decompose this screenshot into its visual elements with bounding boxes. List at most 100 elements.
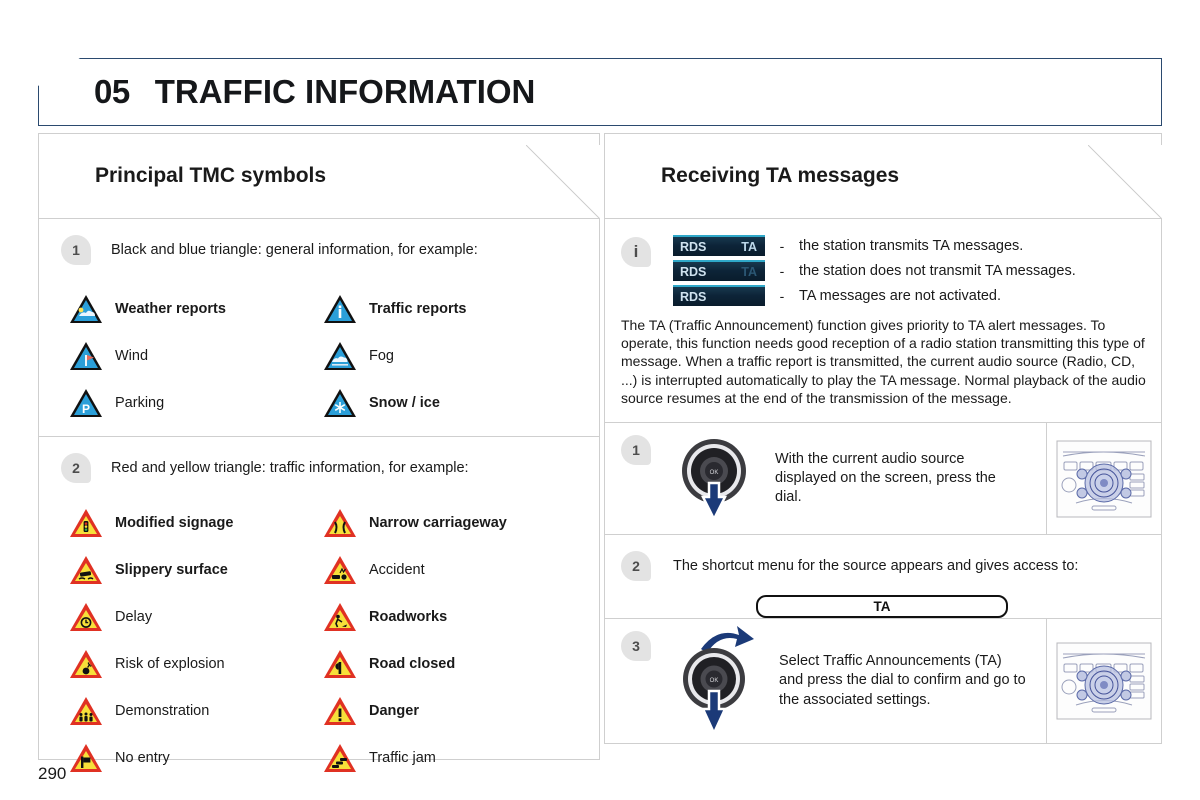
section-header-tmc: Principal TMC symbols <box>38 133 600 219</box>
group2-caption: Red and yellow triangle: traffic informa… <box>111 460 469 476</box>
chapter-header: 05 TRAFFIC INFORMATION <box>38 58 1162 126</box>
symbol-label: Road closed <box>369 655 456 672</box>
dash-separator: - <box>779 287 785 304</box>
dial-press-icon: OK <box>675 431 753 526</box>
chapter-number: 05 <box>94 73 130 110</box>
step-badge-1: 1 <box>61 235 91 265</box>
symbol-item: Accident <box>323 546 577 593</box>
ta-description-paragraph: The TA (Traffic Announcement) function g… <box>621 317 1146 406</box>
symbol-label: Slippery surface <box>115 561 228 578</box>
warning-triangle-explosion-icon <box>69 649 103 679</box>
rds-indicator-text: TA messages are not activated. <box>799 287 1002 304</box>
tmc-symbol-grid-warning: Modified signage Narrow carriageway Slip… <box>69 499 577 781</box>
rds-indicator-text: the station does not transmit TA message… <box>799 262 1076 279</box>
svg-text:OK: OK <box>710 678 719 684</box>
symbol-label: Danger <box>369 702 419 719</box>
step-row-2: 2 The shortcut menu for the source appea… <box>604 535 1162 619</box>
blue-triangle-parking-icon: P <box>69 388 103 418</box>
tmc-symbol-grid-blue: Weather reports Traffic reports Wind Fog… <box>69 285 577 426</box>
section-header-corner <box>526 145 600 219</box>
symbol-item: Snow / ice <box>323 379 577 426</box>
section-title-tmc: Principal TMC symbols <box>95 164 327 187</box>
rds-ta-inactive-badge: RDS TA <box>673 260 765 281</box>
rds-ta-active-badge: RDS TA <box>673 235 765 256</box>
radio-control-panel-icon <box>1046 619 1161 743</box>
symbol-item: Road closed <box>323 640 577 687</box>
symbol-item: Demonstration <box>69 687 323 734</box>
section-header-ta: Receiving TA messages <box>604 133 1162 219</box>
ta-info-block: i RDS TA - the station transmits TA mess… <box>604 219 1162 423</box>
tmc-group-1: 1 Black and blue triangle: general infor… <box>38 219 600 437</box>
symbol-label: Weather reports <box>115 300 226 317</box>
rds-indicator-row: RDS - TA messages are not activated. <box>673 283 1147 308</box>
step-badge-2: 2 <box>61 453 91 483</box>
dash-separator: - <box>779 262 785 279</box>
symbol-item: Modified signage <box>69 499 323 546</box>
left-column: Principal TMC symbols 1 Black and blue t… <box>38 133 600 772</box>
group2-heading: 2 Red and yellow triangle: traffic infor… <box>61 453 577 483</box>
symbol-item: Danger <box>323 687 577 734</box>
rds-label: RDS <box>680 290 707 304</box>
step-badge-1: 1 <box>621 435 651 465</box>
symbol-item: Narrow carriageway <box>323 499 577 546</box>
tmc-group-2: 2 Red and yellow triangle: traffic infor… <box>38 437 600 772</box>
symbol-label: Parking <box>115 394 165 411</box>
warning-triangle-trafficlight-icon <box>69 508 103 538</box>
ta-menu-button[interactable]: TA <box>756 595 1008 618</box>
step-row-3: 3 OK Select Traffic Announcements (TA) a… <box>604 619 1162 744</box>
symbol-label: Snow / ice <box>369 394 440 411</box>
symbol-label: Modified signage <box>115 514 234 531</box>
rds-indicator-row: RDS TA - the station does not transmit T… <box>673 258 1147 283</box>
rds-indicator-text: the station transmits TA messages. <box>799 237 1024 254</box>
section-header-corner <box>1088 145 1162 219</box>
symbol-item: No entry <box>69 734 323 781</box>
svg-text:P: P <box>82 402 90 416</box>
warning-triangle-trafficjam-icon <box>323 743 357 773</box>
rds-label: RDS <box>680 265 707 279</box>
blue-triangle-wind-icon <box>69 341 103 371</box>
step-badge-3: 3 <box>621 631 651 661</box>
symbol-label: Demonstration <box>115 702 210 719</box>
symbol-item: Roadworks <box>323 593 577 640</box>
warning-triangle-noentry-icon <box>69 743 103 773</box>
symbol-label: Traffic reports <box>369 300 467 317</box>
group1-heading: 1 Black and blue triangle: general infor… <box>61 235 577 265</box>
step-2-heading: 2 The shortcut menu for the source appea… <box>621 551 1161 581</box>
warning-triangle-danger-icon <box>323 696 357 726</box>
symbol-label: Accident <box>369 561 425 578</box>
section-title-ta: Receiving TA messages <box>661 164 900 187</box>
svg-text:OK: OK <box>710 470 719 476</box>
blue-triangle-snow-icon <box>323 388 357 418</box>
manual-page: 05 TRAFFIC INFORMATION Principal TMC sym… <box>0 0 1200 800</box>
blue-triangle-weather-icon <box>69 294 103 324</box>
step-row-1: 1 OK With the current audio source displ… <box>604 423 1162 535</box>
page-number: 290 <box>38 764 67 783</box>
symbol-item: Slippery surface <box>69 546 323 593</box>
symbol-item: Traffic jam <box>323 734 577 781</box>
symbol-item: P Parking <box>69 379 323 426</box>
warning-triangle-demonstration-icon <box>69 696 103 726</box>
symbol-label: Fog <box>369 347 394 364</box>
step-1-text: With the current audio source displayed … <box>775 450 996 506</box>
step-3-text: Select Traffic Announcements (TA) and pr… <box>779 653 1026 708</box>
dial-turn-press-icon: OK <box>675 623 761 740</box>
step-2-text: The shortcut menu for the source appears… <box>673 558 1079 574</box>
symbol-item: Fog <box>323 332 577 379</box>
info-badge: i <box>621 237 651 267</box>
blue-triangle-info-icon <box>323 294 357 324</box>
symbol-label: Delay <box>115 608 153 625</box>
symbol-item: Risk of explosion <box>69 640 323 687</box>
symbol-label: Wind <box>115 347 149 364</box>
group1-caption: Black and blue triangle: general informa… <box>111 242 478 258</box>
step-badge-2: 2 <box>621 551 651 581</box>
warning-triangle-roadworks-icon <box>323 602 357 632</box>
symbol-label: Narrow carriageway <box>369 514 507 531</box>
ta-label: TA <box>741 240 757 254</box>
radio-control-panel-icon <box>1046 423 1161 534</box>
symbol-item: Traffic reports <box>323 285 577 332</box>
warning-triangle-slippery-icon <box>69 555 103 585</box>
symbol-label: Roadworks <box>369 608 448 625</box>
rds-only-badge: RDS <box>673 285 765 306</box>
symbol-label: Traffic jam <box>369 749 436 766</box>
right-column: Receiving TA messages i RDS TA - the sta… <box>604 133 1162 760</box>
